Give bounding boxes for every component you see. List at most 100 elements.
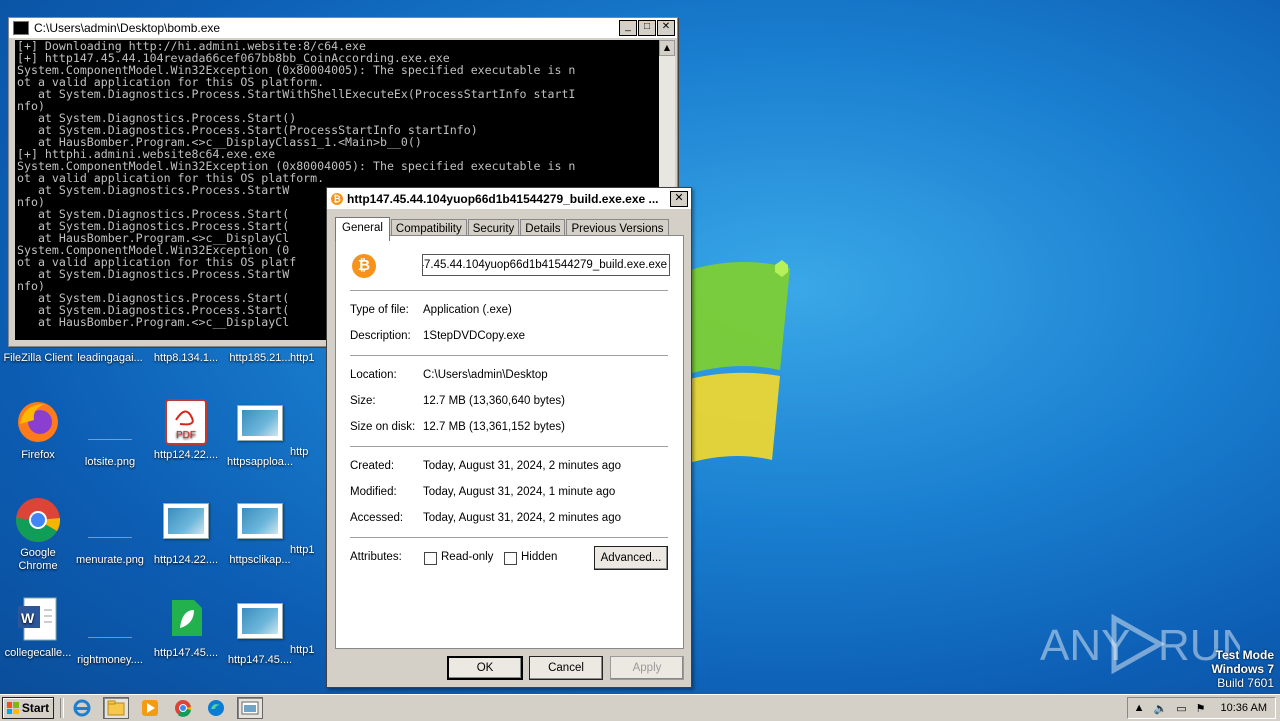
desktop-icon-filezilla[interactable]: FileZilla Client [0,352,76,365]
modified-label: Modified: [350,486,397,498]
created-value: Today, August 31, 2024, 2 minutes ago [423,460,621,472]
apply-button[interactable]: Apply [610,656,684,680]
desktop-icon-label: FileZilla Client [3,352,73,364]
properties-dialog[interactable]: ₿ http147.45.44.104yuop66d1b41544279_bui… [326,187,692,688]
media-player-icon[interactable] [138,698,162,718]
start-button[interactable]: Start [2,697,54,719]
exe-file-icon [236,603,284,651]
desktop-icon-http1-row4[interactable]: http1 [290,596,326,657]
desktop-icon-http147-a[interactable]: http147.45.... [148,596,224,660]
clock[interactable]: 10:36 AM [1221,702,1267,714]
console-titlebar[interactable]: C:\Users\admin\Desktop\bomb.exe _ □ ✕ [9,18,677,38]
exe-file-icon [236,405,284,453]
readonly-checkbox[interactable] [424,552,437,565]
windows-logo-icon [6,702,19,714]
tray-expand-icon[interactable]: ▲ [1134,702,1145,714]
desktop-icon-leadingagai[interactable]: leadingagai... [72,352,148,365]
location-value: C:\Users\admin\Desktop [423,369,548,381]
desktop-icon-http8[interactable]: http8.134.1... [148,352,224,365]
desktop-icon-label: httpsclikap... [229,554,291,566]
desktop-icon-label: rightmoney.... [77,654,143,666]
test-mode-line2: Windows 7 [1211,662,1274,676]
desktop-icon-chrome[interactable]: Google Chrome [0,496,76,573]
image-file-icon [86,603,134,651]
console-line: at System.Diagnostics.Process.StartWithS… [17,87,576,101]
desktop-icon-label: http8.134.1... [153,352,219,364]
partial-icon [290,496,326,544]
desktop-icon-label: httpsapploa... [226,456,294,468]
tab-general[interactable]: General [335,217,390,241]
desktop-icon-label: Firefox [21,449,55,461]
filename-input[interactable]: http147.45.44.104yuop66d1b41544279_build… [422,254,670,276]
flag-icon[interactable]: ⚑ [1196,702,1206,715]
desktop-icon-httpsclikap[interactable]: httpsclikap... [222,496,298,567]
readonly-row: Read-only [441,551,493,563]
desktop-icon-http1-row1[interactable]: http1 [290,352,326,365]
desktop-icon-label: menurate.png [76,554,144,566]
desktop-icon-http185[interactable]: http185.21... [222,352,298,365]
readonly-label: Read-only [441,551,494,563]
windows-flag-wallpaper [682,260,790,465]
hidden-checkbox[interactable] [504,552,517,565]
description-label: Description: [350,330,411,342]
size-label: Size: [350,395,376,407]
volume-icon[interactable]: 🔈 [1154,702,1168,715]
hidden-row: Hidden [521,551,557,563]
bitcoin-file-icon: ₿ [352,254,376,278]
minimize-button[interactable]: _ [619,20,637,36]
desktop-icon-http-row2[interactable]: http [290,398,326,459]
start-label: Start [21,701,50,715]
desktop-icon-menurate[interactable]: menurate.png [72,496,148,567]
accessed-label: Accessed: [350,512,404,524]
internet-explorer-icon[interactable] [70,698,94,718]
desktop-icon-label: http147.45.... [153,647,219,659]
attributes-label: Attributes: [350,551,402,563]
desktop-icon-firefox[interactable]: Firefox [0,398,76,462]
console-taskbar-icon[interactable] [237,697,263,719]
desktop-icon-http1-row3[interactable]: http1 [290,496,326,557]
location-label: Location: [350,369,397,381]
svg-text:PDF: PDF [176,430,196,441]
exe-file-icon [236,503,284,551]
accessed-value: Today, August 31, 2024, 2 minutes ago [423,512,621,524]
ok-button[interactable]: OK [447,656,523,680]
desktop-icon-label: lotsite.png [84,456,136,468]
general-panel: ₿ http147.45.44.104yuop66d1b41544279_bui… [335,235,684,649]
firefox-icon [14,398,62,446]
test-mode-label: Test Mode Windows 7 Build 7601 [1211,648,1274,690]
chrome-taskbar-icon[interactable] [171,698,195,718]
desktop-icon-label: http [290,446,309,458]
desktop-icon-label: Google Chrome [18,547,58,572]
explorer-icon[interactable] [103,697,129,719]
dialog-title: http147.45.44.104yuop66d1b41544279_build… [347,191,659,206]
desktop-icon-http124-b[interactable]: http124.22.... [148,496,224,567]
dialog-close-button[interactable]: ✕ [670,190,688,207]
desktop-icon-httpsapploa[interactable]: httpsapploa... [222,398,298,469]
desktop-icon-lotsite[interactable]: lotsite.png [72,398,148,469]
description-value: 1StepDVDCopy.exe [423,330,526,342]
size-on-disk-label: Size on disk: [350,421,416,433]
svg-text:ANY: ANY [1040,621,1130,670]
desktop-icon-http124-a[interactable]: PDF http124.22.... [148,398,224,462]
desktop-icon-http147-b[interactable]: http147.45.... [222,596,298,667]
scroll-up-icon[interactable]: ▲ [659,40,675,56]
filename-text: http147.45.44.104yuop66d1b41544279_build… [423,259,667,271]
hidden-label: Hidden [521,551,558,563]
desktop-icon-collegecalle[interactable]: W collegecalle... [0,596,76,660]
close-button[interactable]: ✕ [657,20,675,36]
edge-icon[interactable] [204,698,228,718]
test-mode-line1: Test Mode [1215,648,1274,662]
maximize-button[interactable]: □ [638,20,656,36]
dialog-titlebar[interactable]: ₿ http147.45.44.104yuop66d1b41544279_bui… [327,188,691,209]
anyrun-watermark: ANY RUN [1040,613,1240,675]
bitcoin-icon: ₿ [331,192,343,205]
type-label: Type of file: [350,304,409,316]
desktop-icon-label: http185.21... [229,352,291,364]
cancel-button[interactable]: Cancel [529,656,603,680]
desktop-icon-rightmoney[interactable]: rightmoney.... [72,596,148,667]
advanced-button[interactable]: Advanced... [594,546,668,570]
size-on-disk-value: 12.7 MB (13,361,152 bytes) [423,421,565,433]
divider [350,446,668,448]
network-icon[interactable]: ▭ [1176,702,1186,715]
partial-icon [290,398,326,446]
